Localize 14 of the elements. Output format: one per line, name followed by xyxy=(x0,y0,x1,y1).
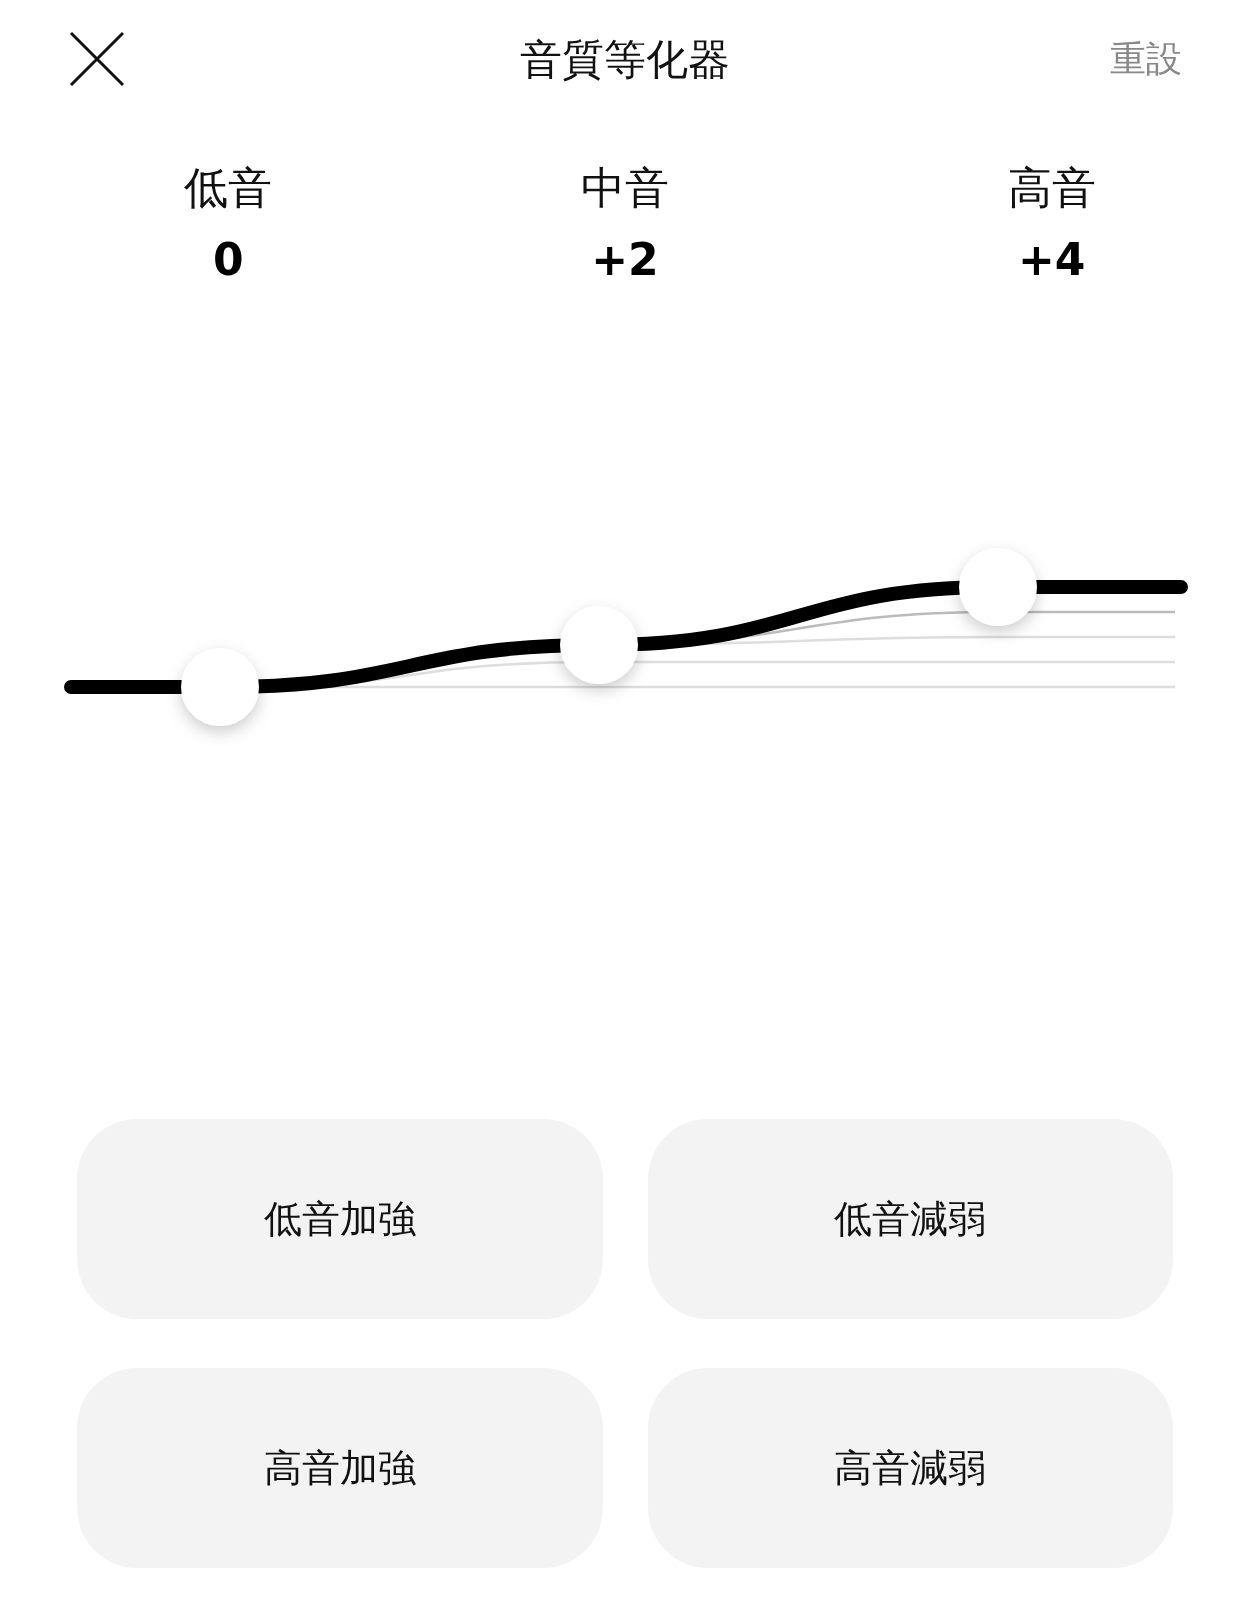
band-label: 低音 xyxy=(184,166,273,210)
preset-button[interactable]: 低音減弱 xyxy=(647,1119,1173,1319)
band-value: +4 xyxy=(1017,238,1086,282)
close-button[interactable] xyxy=(68,30,126,88)
band-label: 中音 xyxy=(581,166,669,210)
close-icon xyxy=(69,31,125,87)
preset-button[interactable]: 高音加強 xyxy=(77,1368,603,1568)
reset-button[interactable]: 重設 xyxy=(1110,32,1182,86)
band-label: 高音 xyxy=(1007,166,1096,210)
screen-title: 音質等化器 xyxy=(520,33,730,86)
band-value: 0 xyxy=(213,238,244,282)
preset-button[interactable]: 高音減弱 xyxy=(647,1368,1173,1568)
band-value: +2 xyxy=(591,238,659,282)
preset-button[interactable]: 低音加強 xyxy=(77,1119,603,1319)
